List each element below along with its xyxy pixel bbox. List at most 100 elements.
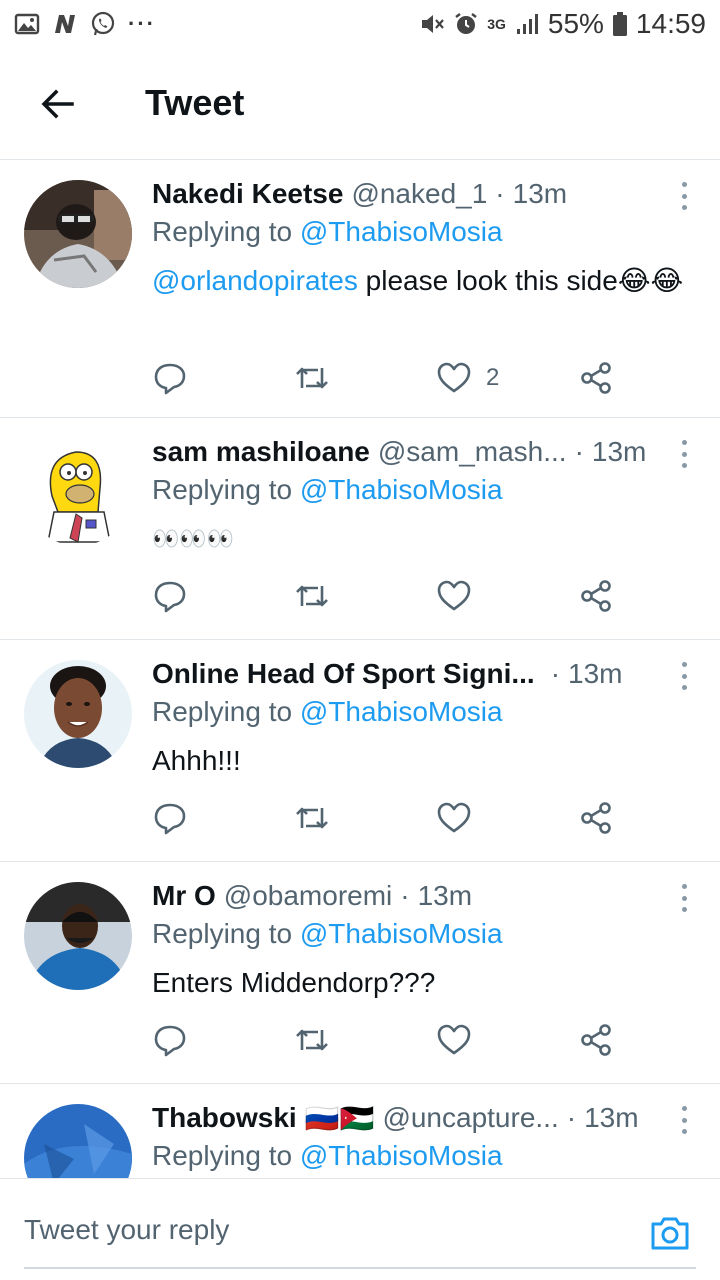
author-handle[interactable]: @sam_mash... — [378, 436, 567, 468]
reply-icon — [154, 581, 186, 613]
more-options-icon[interactable] — [672, 1104, 696, 1136]
tweet-header: sam mashiloane @sam_mash... · 13m — [152, 432, 660, 472]
top-app-bar: Tweet — [0, 48, 720, 160]
replying-to: Replying to @ThabisoMosia — [152, 918, 503, 950]
reply-tweet[interactable]: sam mashiloane @sam_mash... · 13m Replyi… — [0, 418, 720, 640]
retweet-button[interactable] — [294, 798, 330, 838]
avatar[interactable] — [24, 438, 132, 546]
reply-icon — [154, 1025, 186, 1057]
retweet-icon — [296, 1029, 328, 1051]
page-title: Tweet — [145, 82, 245, 123]
author-name[interactable]: Nakedi Keetse — [152, 178, 343, 210]
avatar-photo — [24, 882, 132, 990]
avatar-photo — [24, 660, 132, 768]
separator-dot: · — [495, 178, 505, 209]
share-button[interactable] — [578, 798, 614, 838]
avatar-photo — [24, 1104, 132, 1178]
like-button[interactable] — [436, 798, 472, 838]
retweet-button[interactable] — [294, 576, 330, 616]
share-button[interactable] — [578, 358, 614, 398]
author-handle[interactable]: @naked_1 — [351, 178, 487, 210]
back-button[interactable] — [32, 78, 84, 130]
tweet-actions: 2 — [152, 358, 622, 402]
camera-icon — [651, 1217, 689, 1250]
replying-to-mention[interactable]: @ThabisoMosia — [300, 1140, 503, 1171]
avatar[interactable] — [24, 882, 132, 990]
tweet-actions — [152, 1020, 622, 1064]
mute-icon — [422, 15, 445, 33]
timestamp: 13m — [417, 880, 473, 911]
share-button[interactable] — [578, 1020, 614, 1060]
retweet-icon — [296, 807, 328, 829]
body-emoji: 😂😂 — [617, 265, 684, 296]
reply-button[interactable] — [152, 1020, 188, 1060]
tweet-header: Thabowski 🇷🇺🇯🇴 @uncapture... · 13m — [152, 1098, 660, 1138]
timestamp: 13m — [568, 658, 623, 689]
share-icon — [581, 580, 611, 612]
retweet-icon — [296, 585, 328, 607]
body-mention[interactable]: @orlandopirates — [152, 265, 358, 296]
separator-dot: · — [574, 436, 584, 467]
status-bar-right: 3G 55% 14:59 — [419, 8, 706, 40]
camera-button[interactable] — [648, 1211, 692, 1255]
replying-to-mention[interactable]: @ThabisoMosia — [300, 216, 503, 247]
reply-tweet[interactable]: Mr O @obamoremi · 13m Replying to @Thabi… — [0, 862, 720, 1084]
battery-icon — [612, 12, 627, 36]
timestamp: 13m — [584, 1102, 639, 1133]
replying-to-mention[interactable]: @ThabisoMosia — [300, 918, 503, 949]
status-bar-left: ··· — [14, 11, 156, 37]
share-icon — [581, 1024, 611, 1056]
battery-percent: 55% — [547, 8, 604, 39]
author-flags: 🇷🇺🇯🇴 — [304, 1102, 375, 1134]
timestamp: 13m — [512, 178, 568, 209]
like-button[interactable]: 2 — [436, 358, 499, 398]
avatar-cartoon — [24, 438, 132, 546]
retweet-button[interactable] — [294, 1020, 330, 1060]
more-options-icon[interactable] — [672, 438, 696, 470]
author-name[interactable]: sam mashiloane — [152, 436, 370, 468]
retweet-button[interactable] — [294, 358, 330, 398]
author-name[interactable]: Thabowski — [152, 1102, 297, 1134]
replying-prefix: Replying to — [152, 474, 300, 505]
replying-to: Replying to @ThabisoMosia — [152, 216, 503, 248]
whatsapp-icon — [91, 11, 115, 36]
reply-button[interactable] — [152, 798, 188, 838]
avatar-photo — [24, 180, 132, 288]
tweet-text: @orlandopirates please look this side😂😂 — [152, 260, 692, 302]
more-options-icon[interactable] — [672, 180, 696, 212]
reply-tweet[interactable]: Nakedi Keetse @naked_1 · 13m Replying to… — [0, 160, 720, 418]
alarm-icon — [455, 13, 477, 34]
reply-icon — [154, 803, 186, 835]
like-count: 2 — [486, 364, 500, 391]
replying-to: Replying to @ThabisoMosia — [152, 474, 503, 506]
avatar[interactable] — [24, 1104, 132, 1178]
timestamp: 13m — [591, 436, 647, 467]
author-name[interactable]: Online Head Of Sport Signi... — [152, 658, 535, 690]
reply-tweet[interactable]: Thabowski 🇷🇺🇯🇴 @uncapture... · 13m Reply… — [0, 1084, 720, 1178]
author-handle[interactable]: @uncapture... — [382, 1102, 558, 1134]
replies-feed[interactable]: Nakedi Keetse @naked_1 · 13m Replying to… — [0, 160, 720, 1178]
replying-prefix: Replying to — [152, 696, 300, 727]
author-handle[interactable]: @obamoremi — [224, 880, 392, 912]
replying-to-mention[interactable]: @ThabisoMosia — [300, 696, 503, 727]
replying-to-mention[interactable]: @ThabisoMosia — [300, 474, 503, 505]
avatar[interactable] — [24, 180, 132, 288]
like-button[interactable] — [436, 576, 472, 616]
replying-to: Replying to @ThabisoMosia — [152, 1140, 503, 1172]
clock: 14:59 — [635, 8, 706, 39]
reply-tweet[interactable]: Online Head Of Sport Signi... · 13m Repl… — [0, 640, 720, 862]
reply-button[interactable] — [152, 576, 188, 616]
gallery-icon — [14, 13, 40, 35]
reply-button[interactable] — [152, 358, 188, 398]
n-app-icon — [55, 15, 75, 33]
tweet-header: Online Head Of Sport Signi... · 13m — [152, 654, 660, 694]
heart-icon — [437, 362, 471, 393]
like-button[interactable] — [436, 1020, 472, 1060]
heart-icon — [437, 1024, 471, 1055]
more-options-icon[interactable] — [672, 882, 696, 914]
author-name[interactable]: Mr O — [152, 880, 216, 912]
share-button[interactable] — [578, 576, 614, 616]
more-options-icon[interactable] — [672, 660, 696, 692]
reply-input[interactable] — [24, 1205, 624, 1255]
avatar[interactable] — [24, 660, 132, 768]
